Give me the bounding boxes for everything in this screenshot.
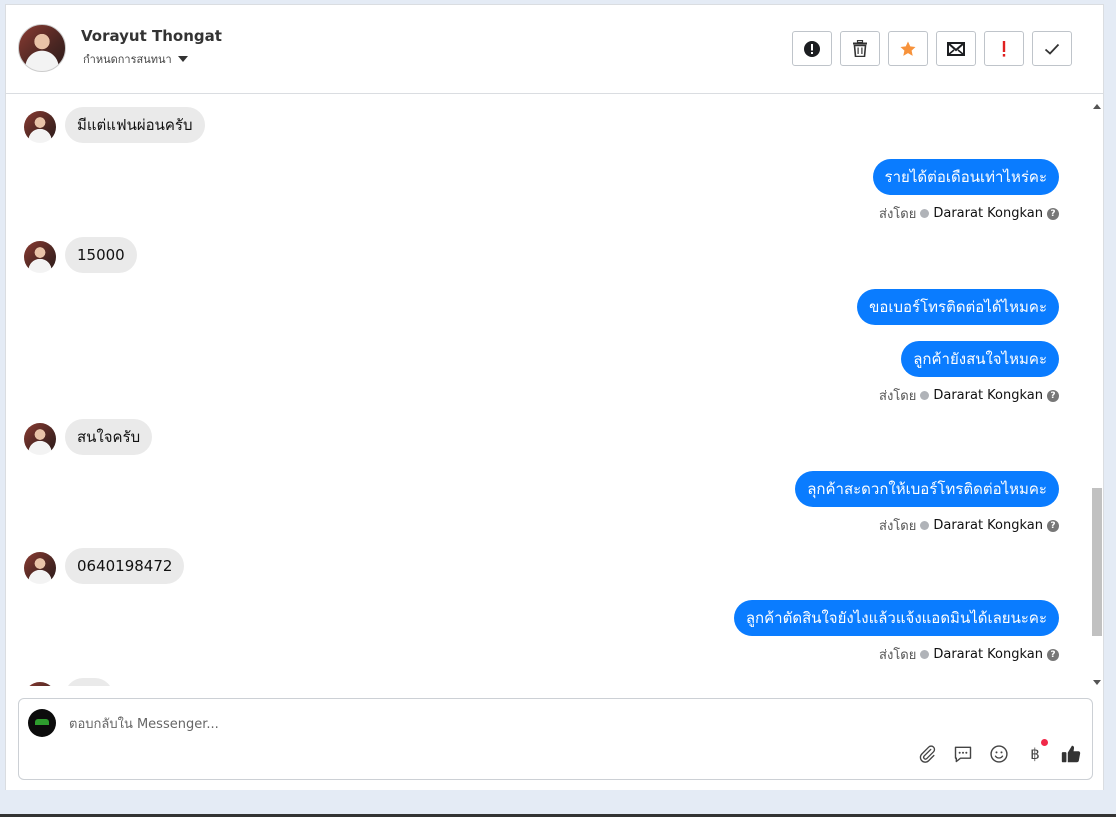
sent-by-row: ส่งโดย Dararat Kongkan ?	[879, 644, 1059, 665]
mark-important-button[interactable]	[984, 31, 1024, 66]
exclamation-icon	[1002, 40, 1006, 57]
sender-avatar[interactable]	[24, 423, 56, 455]
notification-dot	[1041, 739, 1048, 746]
sent-by-label: ส่งโดย	[879, 207, 917, 222]
help-icon[interactable]: ?	[1047, 389, 1059, 402]
incoming-message-partial	[65, 678, 113, 686]
conversation-header: Vorayut Thongat กำหนดการสนทนา	[6, 5, 1103, 94]
incoming-message: มีแต่แฟนผ่อนครับ	[65, 107, 205, 143]
message-thread: มีแต่แฟนผ่อนครับ รายได้ต่อเดือนเท่าไหร่ค…	[6, 94, 1088, 686]
scroll-down-arrow-icon[interactable]	[1090, 675, 1104, 691]
mark-unread-button[interactable]	[936, 31, 976, 66]
incoming-message: 0640198472	[65, 548, 185, 584]
sent-by-label: ส่งโดย	[879, 389, 917, 404]
status-dot-icon	[920, 650, 930, 659]
conversation-panel: Vorayut Thongat กำหนดการสนทนา มีแต่แฟนผ่…	[5, 4, 1104, 790]
sent-by-agent: Dararat Kongkan	[933, 206, 1043, 221]
check-icon	[1044, 43, 1060, 55]
sent-by-label: ส่งโดย	[879, 648, 917, 663]
outgoing-message: ลุกค้าสะดวกให้เบอร์โทรติดต่อไหมคะ	[795, 471, 1059, 507]
emoji-button[interactable]	[988, 743, 1010, 765]
reply-composer: ฿	[18, 698, 1093, 780]
page-avatar	[28, 709, 56, 737]
contact-name[interactable]: Vorayut Thongat	[81, 27, 222, 45]
sender-avatar[interactable]	[24, 111, 56, 143]
outgoing-message: รายได้ต่อเดือนเท่าไหร่คะ	[872, 159, 1059, 195]
outgoing-message: ลูกค้าตัดสินใจยังไงแล้วแจ้งแอดมินได้เลยน…	[733, 600, 1059, 636]
chat-bubble-icon	[954, 746, 972, 763]
help-icon[interactable]: ?	[1047, 519, 1059, 532]
attach-button[interactable]	[916, 743, 938, 765]
reply-input[interactable]	[67, 712, 871, 736]
thumbs-up-icon	[1061, 745, 1081, 763]
baht-icon: ฿	[1030, 745, 1040, 763]
sent-by-agent: Dararat Kongkan	[933, 647, 1043, 662]
trash-icon	[853, 40, 867, 57]
star-button[interactable]	[888, 31, 928, 66]
sender-avatar[interactable]	[24, 552, 56, 584]
report-spam-button[interactable]	[792, 31, 832, 66]
saved-replies-button[interactable]	[952, 743, 974, 765]
sent-by-row: ส่งโดย Dararat Kongkan ?	[879, 203, 1059, 224]
alert-circle-icon	[804, 40, 820, 57]
assign-conversation-label: กำหนดการสนทนา	[83, 53, 172, 66]
composer-tools: ฿	[916, 739, 1082, 765]
mark-done-button[interactable]	[1032, 31, 1072, 66]
payment-button[interactable]: ฿	[1024, 739, 1048, 765]
outgoing-message: ขอเบอร์โทรติดต่อได้ไหมคะ	[857, 289, 1059, 325]
like-button[interactable]	[1060, 743, 1082, 765]
contact-avatar[interactable]	[18, 24, 66, 72]
incoming-message: 15000	[65, 237, 137, 273]
sent-by-label: ส่งโดย	[879, 519, 917, 534]
outgoing-message: ลูกค้ายังสนใจไหมคะ	[901, 341, 1059, 377]
caret-down-icon	[177, 56, 188, 62]
help-icon[interactable]: ?	[1047, 207, 1059, 220]
conversation-actions	[792, 31, 1072, 66]
scroll-thumb[interactable]	[1092, 488, 1102, 636]
help-icon[interactable]: ?	[1047, 648, 1059, 661]
message-scrollbar[interactable]	[1090, 98, 1104, 691]
sender-avatar[interactable]	[24, 682, 56, 686]
sent-by-agent: Dararat Kongkan	[933, 518, 1043, 533]
sent-by-row: ส่งโดย Dararat Kongkan ?	[879, 515, 1059, 536]
scroll-up-arrow-icon[interactable]	[1090, 98, 1104, 114]
status-dot-icon	[920, 391, 930, 400]
incoming-message: สนใจครับ	[65, 419, 153, 455]
delete-button[interactable]	[840, 31, 880, 66]
assign-conversation-dropdown[interactable]: กำหนดการสนทนา	[83, 50, 188, 68]
smiley-icon	[990, 745, 1008, 763]
star-icon	[900, 41, 916, 56]
status-dot-icon	[920, 521, 930, 530]
paperclip-icon	[919, 745, 936, 763]
sent-by-agent: Dararat Kongkan	[933, 388, 1043, 403]
sender-avatar[interactable]	[24, 241, 56, 273]
envelope-icon	[947, 41, 965, 56]
sent-by-row: ส่งโดย Dararat Kongkan ?	[879, 385, 1059, 406]
status-dot-icon	[920, 209, 930, 218]
